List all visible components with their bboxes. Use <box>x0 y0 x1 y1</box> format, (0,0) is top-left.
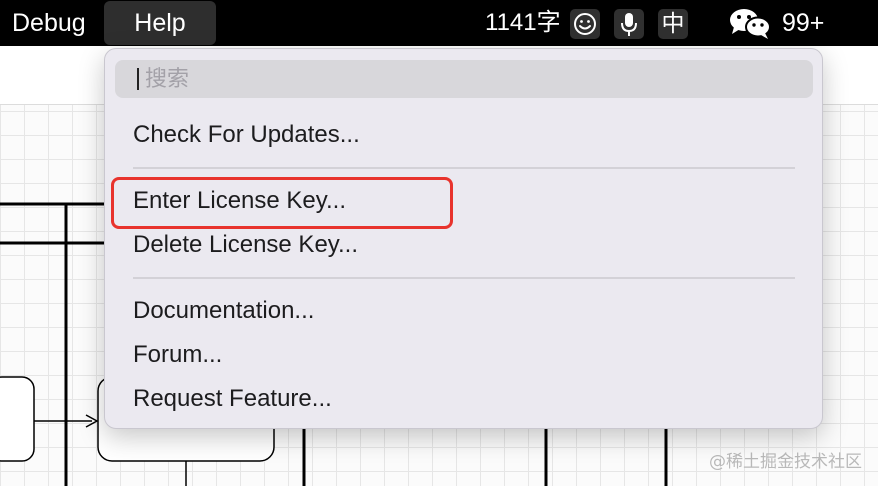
menu-search-box[interactable] <box>115 60 813 98</box>
emoji-icon[interactable] <box>570 9 600 39</box>
watermark: @稀土掘金技术社区 <box>709 452 862 472</box>
help-dropdown-menu: Check For Updates... Enter License Key..… <box>104 48 823 429</box>
system-menu-bar: Debug Help 1141字 中 99+ <box>0 0 878 46</box>
microphone-icon[interactable] <box>614 9 644 39</box>
menu-help[interactable]: Help <box>104 1 216 45</box>
menu-item-documentation[interactable]: Documentation... <box>133 291 314 331</box>
menu-item-request-feature[interactable]: Request Feature... <box>133 379 332 419</box>
menu-debug[interactable]: Debug <box>12 0 86 46</box>
input-method-indicator[interactable]: 中 <box>658 9 688 39</box>
menu-separator <box>133 167 795 169</box>
menu-item-check-for-updates[interactable]: Check For Updates... <box>133 115 360 155</box>
wechat-icon[interactable] <box>728 6 772 45</box>
menu-item-forum[interactable]: Forum... <box>133 335 222 375</box>
notification-badge[interactable]: 99+ <box>782 0 824 46</box>
text-caret <box>137 68 139 90</box>
menu-item-delete-license-key[interactable]: Delete License Key... <box>133 225 358 265</box>
annotation-highlight-box <box>111 177 453 229</box>
menu-separator <box>133 277 795 279</box>
menu-search-input[interactable] <box>145 60 785 98</box>
word-count[interactable]: 1141字 <box>485 0 561 46</box>
